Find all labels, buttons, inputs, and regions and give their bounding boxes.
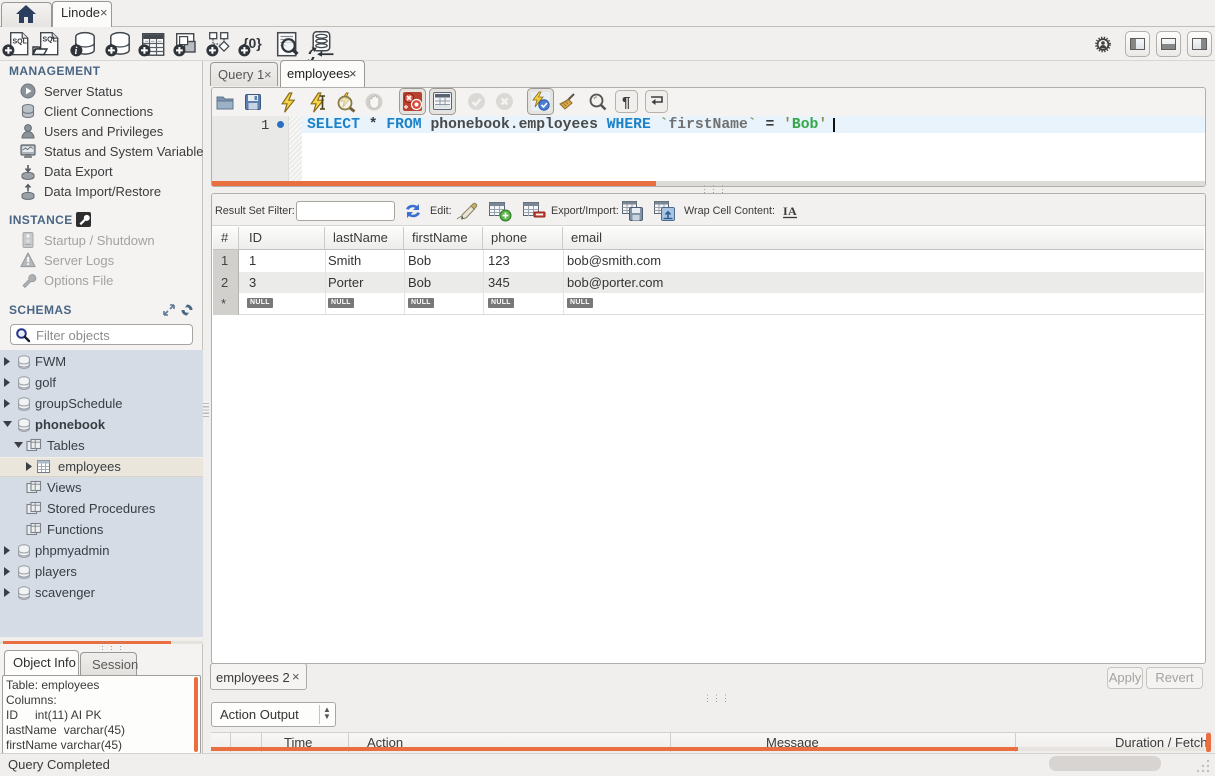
svg-text:i: i	[75, 46, 78, 57]
svg-text:¶: ¶	[622, 94, 630, 111]
svg-text:SQL: SQL	[43, 37, 58, 44]
svg-text:SQL: SQL	[13, 39, 28, 46]
svg-text:A: A	[788, 204, 797, 218]
